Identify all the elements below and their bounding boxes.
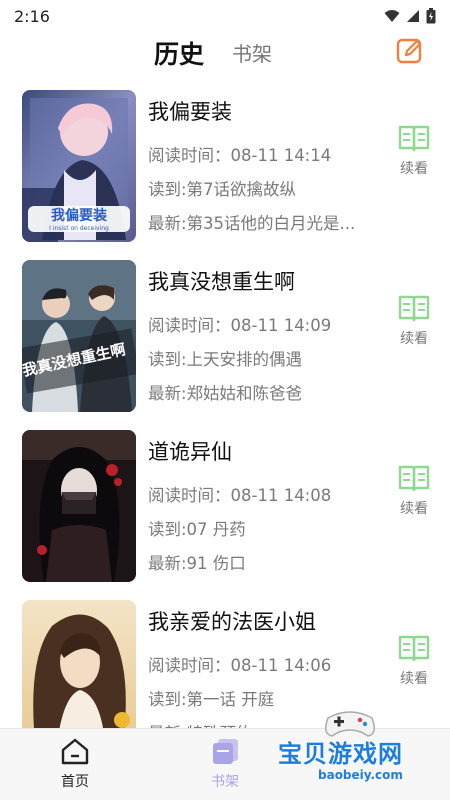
edit-button[interactable] [396,37,426,67]
read-progress: 读到:第一话 开庭 [148,690,275,709]
continue-label: 续看 [400,671,428,687]
tab-history[interactable]: 历史 [154,35,204,71]
read-time: 阅读时间：08-11 14:09 [148,316,332,335]
read-time: 阅读时间：08-11 14:08 [148,486,332,505]
nav-home-label: 首页 [61,774,89,790]
comic-title: 我偏要装 [148,100,232,124]
nav-bookshelf[interactable]: 书架 [195,737,255,791]
read-progress: 读到:上天安排的偶遇 [148,350,303,369]
status-icons [384,8,436,24]
continue-reading-button[interactable]: 续看 [396,634,432,688]
continue-reading-button[interactable]: 续看 [396,124,432,178]
continue-reading-button[interactable]: 续看 [396,294,432,348]
edit-icon [396,38,422,64]
open-book-icon [398,465,430,492]
read-progress: 读到:第7话欲擒故纵 [148,180,297,199]
comic-cover[interactable] [22,430,136,582]
read-time: 阅读时间：08-11 14:14 [148,146,332,165]
comic-title: 道诡异仙 [148,440,232,464]
status-bar: 2:16 [0,0,450,32]
comic-title: 我真没想重生啊 [148,270,295,294]
comic-cover[interactable]: 我偏要装 I insist on deceiving [22,90,136,242]
history-item[interactable]: 道诡异仙 阅读时间：08-11 14:08 读到:07 丹药 最新:91 伤口 … [0,428,450,582]
nav-bookshelf-label: 书架 [211,774,239,790]
bottom-nav: 首页 书架 [0,728,450,800]
history-item[interactable]: 我亲爱的法医小姐 阅读时间：08-11 14:06 读到:第一话 开庭 最新:特… [0,598,450,728]
latest-chapter: 最新:郑姑姑和陈爸爸 [148,384,303,403]
cover-title-text: 我偏要装 [51,207,108,224]
comic-title: 我亲爱的法医小姐 [148,610,316,634]
signal-icon [407,10,419,22]
home-icon [61,738,89,765]
tab-bookshelf[interactable]: 书架 [232,38,272,67]
open-book-icon [398,125,430,152]
comic-cover[interactable] [22,600,136,728]
status-time: 2:16 [14,6,50,26]
battery-icon [426,8,436,24]
open-book-icon [398,635,430,662]
bookshelf-icon [213,739,238,764]
continue-label: 续看 [400,161,428,177]
latest-chapter: 最新:91 伤口 [148,554,246,573]
nav-home[interactable]: 首页 [45,737,105,791]
wifi-icon [384,10,400,22]
continue-reading-button[interactable]: 续看 [396,464,432,518]
history-list: 我偏要装 I insist on deceiving 我偏要装 阅读时间：08-… [0,88,450,728]
continue-label: 续看 [400,331,428,347]
read-time: 阅读时间：08-11 14:06 [148,656,332,675]
open-book-icon [398,295,430,322]
read-progress: 读到:07 丹药 [148,520,246,539]
latest-chapter: 最新:第35话他的白月光是... [148,214,356,233]
history-item[interactable]: 我真没想重生啊 我真没想重生啊 阅读时间：08-11 14:09 读到:上天安排… [0,258,450,412]
continue-label: 续看 [400,501,428,517]
latest-chapter: 最新:特殊预约 [148,720,253,728]
header: 历史 书架 [0,32,450,74]
history-item[interactable]: 我偏要装 I insist on deceiving 我偏要装 阅读时间：08-… [0,88,450,242]
comic-cover[interactable]: 我真没想重生啊 [22,260,136,412]
cover-subtitle-text: I insist on deceiving [49,225,109,232]
